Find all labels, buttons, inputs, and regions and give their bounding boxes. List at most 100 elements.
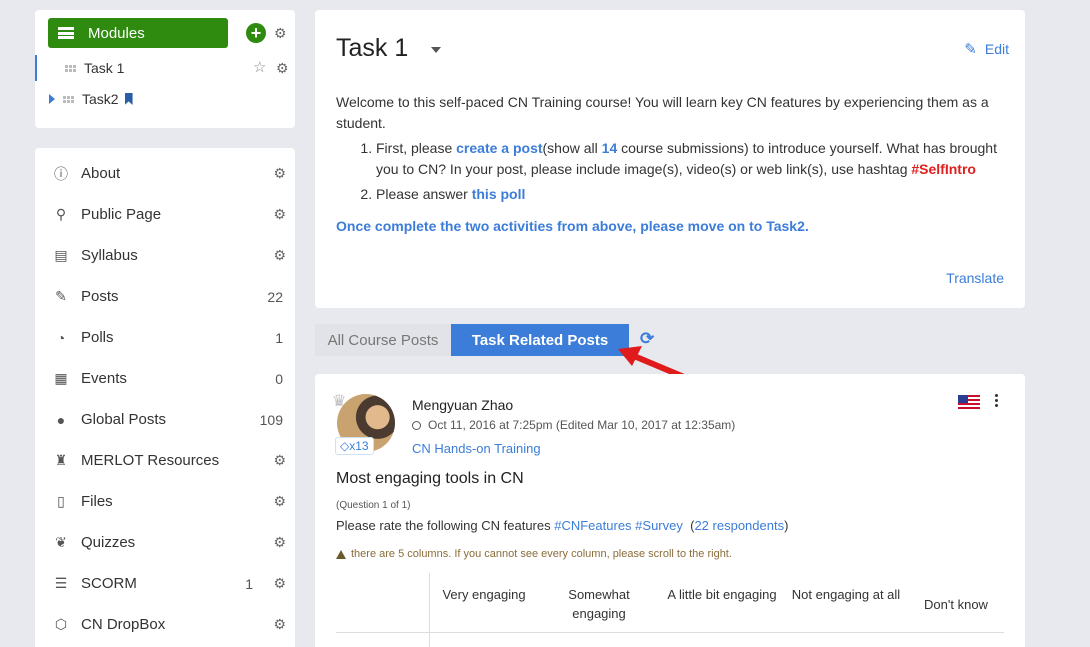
nav-item-about[interactable]: ⓘ About ⚙	[35, 153, 295, 194]
chevron-down-icon[interactable]	[431, 47, 441, 53]
scorm-icon: ☰	[54, 575, 68, 591]
respondents-link[interactable]: 22 respondents	[694, 518, 784, 533]
clock-icon	[412, 420, 421, 430]
nav-count: 0	[275, 370, 283, 387]
list-icon	[58, 27, 74, 39]
add-module-icon[interactable]: +	[246, 23, 266, 43]
warning-icon	[336, 549, 346, 559]
merlot-icon: ♜	[54, 452, 68, 468]
crown-icon: ♛	[332, 393, 347, 410]
step-text: First, please	[376, 140, 457, 156]
gear-icon[interactable]: ⚙	[273, 165, 286, 182]
badge-count: x13	[349, 439, 369, 453]
nav-label: SCORM	[81, 575, 137, 592]
modules-label: Modules	[88, 24, 145, 42]
step-text: (show all	[542, 140, 602, 156]
info-icon: ⓘ	[54, 165, 68, 182]
nav-label: Syllabus	[81, 247, 138, 264]
edit-label: Edit	[984, 41, 1009, 57]
nav-item-syllabus[interactable]: ▤ Syllabus ⚙	[35, 235, 295, 276]
nav-item-files[interactable]: ▯ Files ⚙	[35, 481, 295, 522]
globe-icon: ●	[56, 411, 66, 428]
hashtag-cnfeatures[interactable]: #CNFeatures	[554, 518, 631, 533]
nav-count: 1	[275, 329, 283, 346]
gear-icon[interactable]: ⚙	[274, 25, 287, 42]
nav-label: CN DropBox	[81, 616, 166, 633]
step-2: Please answer this poll	[376, 184, 1006, 205]
module-item-task2[interactable]: Task2	[35, 86, 295, 112]
gear-icon[interactable]: ⚙	[273, 534, 286, 551]
tab-all-course-posts[interactable]: All Course Posts	[315, 324, 451, 356]
tab-task-related-posts[interactable]: Task Related Posts	[451, 324, 629, 356]
more-options-icon[interactable]	[995, 394, 998, 407]
brain-icon: ❦	[55, 534, 67, 550]
nav-item-scorm[interactable]: ☰ SCORM 1 ⚙	[35, 563, 295, 604]
gear-icon[interactable]: ⚙	[273, 452, 286, 469]
nav-item-events[interactable]: ▦ Events 0	[35, 358, 295, 399]
post-timestamp: Oct 11, 2016 at 7:25pm (Edited Mar 10, 2…	[428, 418, 736, 432]
gear-icon[interactable]: ⚙	[273, 206, 286, 223]
paren-close: )	[784, 518, 789, 533]
column-header: A little bit engaging	[667, 587, 777, 602]
nav-label: About	[81, 165, 121, 182]
nav-item-polls[interactable]: ◔ Polls 1	[35, 317, 295, 358]
intro-text: Welcome to this self-paced CN Training c…	[336, 94, 989, 131]
submissions-count-link[interactable]: 14	[602, 140, 618, 156]
post-title: Most engaging tools in CN	[336, 470, 524, 487]
modules-button[interactable]: Modules	[48, 18, 228, 48]
column-header: Don't know	[924, 597, 988, 612]
nav-label: Posts	[81, 288, 119, 305]
author-name[interactable]: Mengyuan Zhao	[412, 397, 513, 413]
nav-item-public-page[interactable]: ⚲ Public Page ⚙	[35, 194, 295, 235]
nav-label: Quizzes	[81, 534, 136, 551]
hashtag-survey[interactable]: #Survey	[635, 518, 683, 533]
rating-table: Very engaging Somewhat engaging A little…	[336, 573, 1004, 647]
nav-item-global-posts[interactable]: ● Global Posts 109	[35, 399, 295, 440]
create-post-link[interactable]: create a post	[456, 140, 542, 156]
thumbtack-icon: ⚲	[55, 206, 67, 222]
drag-handle-icon[interactable]	[65, 64, 76, 72]
step-1: First, please create a post(show all 14 …	[376, 138, 1006, 180]
course-link[interactable]: CN Hands-on Training	[412, 441, 541, 456]
steps-list: First, please create a post(show all 14 …	[376, 138, 1006, 205]
star-icon[interactable]: ☆	[253, 58, 266, 76]
column-header: Somewhat engaging	[568, 587, 630, 621]
page-title: Task 1	[336, 34, 409, 62]
gear-icon[interactable]: ⚙	[273, 616, 286, 633]
nav-label: Events	[81, 370, 127, 387]
module-label: Task 1	[84, 60, 125, 76]
course-nav: ⓘ About ⚙ ⚲ Public Page ⚙ ▤ Syllabus ⚙ ✎…	[35, 148, 295, 647]
column-header: Very engaging	[442, 587, 526, 602]
edit-button[interactable]: ✎ Edit	[964, 40, 1009, 58]
expand-caret-icon[interactable]	[49, 94, 55, 104]
gear-icon[interactable]: ⚙	[273, 493, 286, 510]
translate-link[interactable]: Translate	[946, 270, 1004, 286]
diamond-icon: ◇	[340, 439, 350, 453]
nav-item-cn-dropbox[interactable]: ⬡ CN DropBox ⚙	[35, 604, 295, 645]
modules-card: Modules + ⚙ Task 1 ☆ ⚙ Task2	[35, 10, 295, 128]
rate-prompt: Please rate the following CN features #C…	[336, 518, 788, 533]
nav-label: Global Posts	[81, 411, 167, 428]
gear-icon[interactable]: ⚙	[276, 60, 289, 77]
module-item-task1[interactable]: Task 1 ☆ ⚙	[35, 55, 295, 81]
poll-link[interactable]: this poll	[472, 186, 526, 202]
hashtag-selfintro[interactable]: #SelfIntro	[911, 161, 976, 177]
gear-icon[interactable]: ⚙	[273, 575, 286, 592]
warning-text: there are 5 columns. If you cannot see e…	[351, 548, 732, 560]
module-label: Task2	[82, 91, 119, 107]
nav-item-quizzes[interactable]: ❦ Quizzes ⚙	[35, 522, 295, 563]
nav-item-merlot-resources[interactable]: ♜ MERLOT Resources ⚙	[35, 440, 295, 481]
nav-item-posts[interactable]: ✎ Posts 22	[35, 276, 295, 317]
pie-icon: ◔	[56, 329, 66, 346]
drag-handle-icon[interactable]	[63, 95, 74, 103]
gear-icon[interactable]: ⚙	[273, 247, 286, 264]
document-icon: ▤	[54, 247, 68, 263]
post-card: ♛ ◇ x13 Mengyuan Zhao Oct 11, 2016 at 7:2…	[315, 374, 1025, 647]
task-card: Task 1 ✎ Edit Welcome to this self-paced…	[315, 10, 1025, 308]
us-flag-icon[interactable]	[958, 395, 980, 409]
file-icon: ▯	[57, 493, 65, 509]
nav-label: MERLOT Resources	[81, 452, 220, 469]
pencil-icon: ✎	[964, 41, 977, 58]
nav-count: 22	[267, 288, 283, 305]
column-header: Not engaging at all	[791, 587, 901, 602]
